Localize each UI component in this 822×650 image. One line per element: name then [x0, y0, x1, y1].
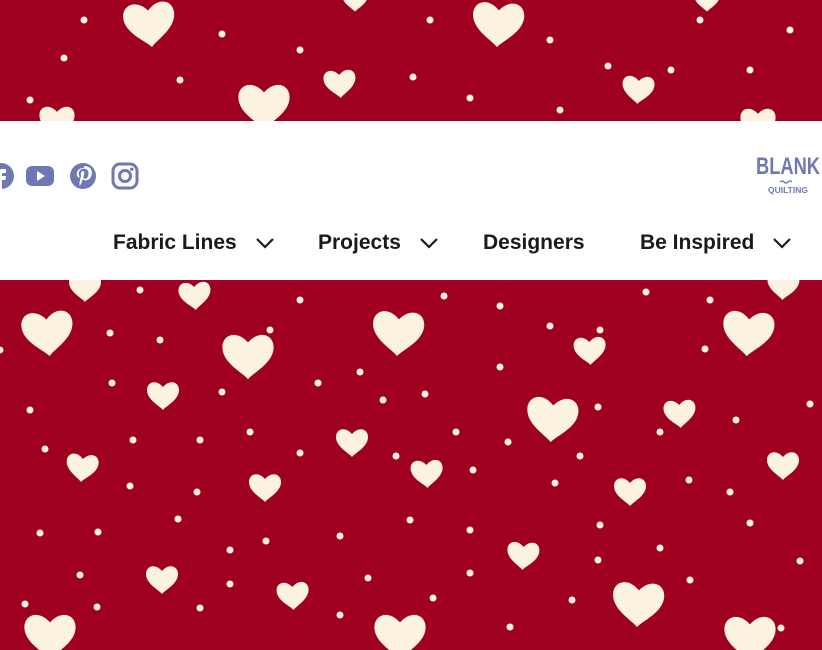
site-header: BLANK QUILTING Fabric Lines Projects Des…: [0, 121, 822, 280]
nav-projects[interactable]: Projects: [318, 225, 439, 261]
nav-be-inspired[interactable]: Be Inspired: [640, 225, 792, 261]
instagram-icon[interactable]: [110, 161, 140, 191]
facebook-icon[interactable]: [0, 161, 16, 191]
main-nav: Fabric Lines Projects Designers Be Inspi…: [0, 225, 822, 261]
nav-designers-label: Designers: [483, 231, 585, 254]
nav-fabric-lines[interactable]: Fabric Lines: [113, 225, 275, 261]
youtube-icon[interactable]: [25, 161, 55, 191]
chevron-down-icon: [255, 238, 274, 249]
chevron-down-icon: [420, 238, 438, 249]
pinterest-icon[interactable]: [68, 161, 98, 191]
nav-projects-label: Projects: [318, 231, 401, 254]
blank-quilting-logo[interactable]: BLANK QUILTING: [754, 151, 822, 197]
nav-fabric-lines-label: Fabric Lines: [113, 231, 237, 254]
logo-brand-text: BLANK: [756, 153, 821, 180]
nav-be-inspired-label: Be Inspired: [640, 231, 755, 254]
nav-designers[interactable]: Designers: [483, 225, 585, 261]
heart-pattern-background: [0, 0, 814, 650]
logo-sub-text: QUILTING: [768, 186, 808, 195]
chevron-down-icon: [773, 238, 792, 249]
